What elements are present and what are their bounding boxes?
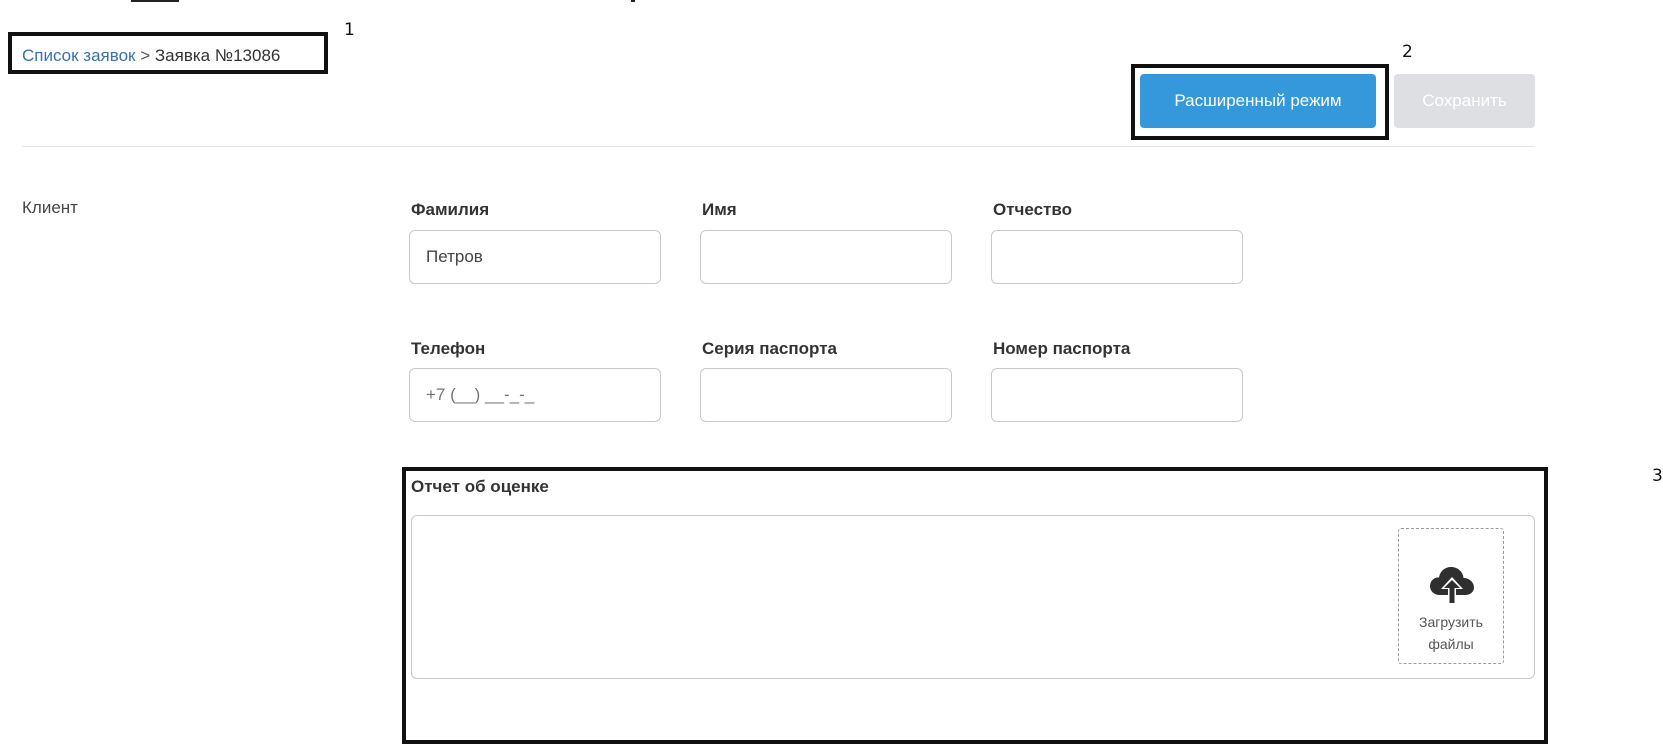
callout-number-3: 3 <box>1652 466 1663 486</box>
breadcrumb: Список заявок > Заявка №13086 <box>22 44 280 68</box>
advanced-mode-button[interactable]: Расширенный режим <box>1140 74 1376 128</box>
cloud-upload-icon <box>1430 567 1474 605</box>
cropped-text-remnant <box>127 0 647 10</box>
save-button[interactable]: Сохранить <box>1394 74 1535 128</box>
breadcrumb-link-request-list[interactable]: Список заявок <box>22 46 135 65</box>
patronymic-input[interactable] <box>991 230 1243 284</box>
last-name-input[interactable] <box>409 230 661 284</box>
upload-files-label: Загрузить файлы <box>1399 611 1503 655</box>
passport-series-input[interactable] <box>700 368 952 422</box>
first-name-input[interactable] <box>700 230 952 284</box>
passport-number-input[interactable] <box>991 368 1243 422</box>
upload-files-label-line2: файлы <box>1428 636 1474 652</box>
report-label: Отчет об оценке <box>411 477 549 496</box>
passport-number-label: Номер паспорта <box>993 339 1131 358</box>
patronymic-label: Отчество <box>993 200 1073 219</box>
callout-number-2: 2 <box>1402 42 1413 62</box>
header-divider <box>22 146 1535 147</box>
last-name-label: Фамилия <box>411 200 490 219</box>
breadcrumb-current-request: Заявка №13086 <box>154 46 281 65</box>
callout-number-1: 1 <box>344 20 355 40</box>
phone-label: Телефон <box>411 339 486 358</box>
first-name-label: Имя <box>702 200 737 219</box>
passport-series-label: Серия паспорта <box>702 339 837 358</box>
report-dropzone[interactable]: Загрузить файлы <box>411 515 1535 679</box>
phone-input[interactable] <box>409 368 661 422</box>
breadcrumb-separator: > <box>140 46 151 65</box>
section-label-client: Клиент <box>22 198 78 217</box>
upload-files-button[interactable]: Загрузить файлы <box>1398 528 1504 664</box>
upload-files-label-line1: Загрузить <box>1419 614 1483 630</box>
